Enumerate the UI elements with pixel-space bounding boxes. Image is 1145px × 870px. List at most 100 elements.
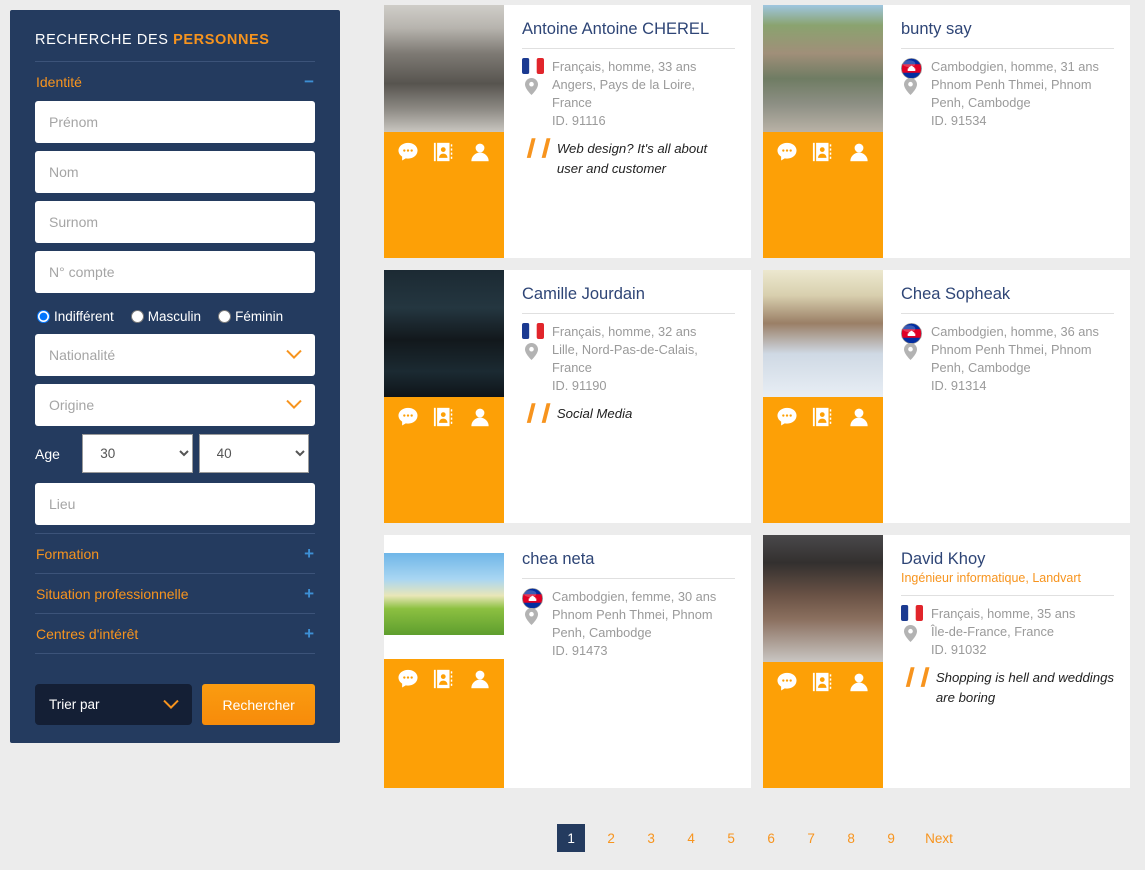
message-icon[interactable]: [776, 671, 798, 698]
age-max-select[interactable]: 182025303540455060: [198, 434, 309, 473]
radio-masculin-input[interactable]: [130, 310, 144, 323]
sidebar-title: RECHERCHE DES PERSONNES: [35, 32, 315, 61]
pagination-page-1[interactable]: 1: [557, 824, 586, 852]
person-card-media: [384, 535, 504, 788]
person-photo[interactable]: [763, 535, 883, 662]
chevron-down-icon: [286, 349, 302, 360]
person-card-action-bar: [763, 132, 883, 176]
contact-card-icon[interactable]: [812, 141, 834, 168]
nationalite-select[interactable]: Nationalité: [35, 334, 315, 376]
person-meta: Cambodgien, femme, 30 ans Phnom Penh Thme…: [522, 588, 735, 660]
contact-card-icon[interactable]: [433, 668, 455, 695]
pagination-page-5[interactable]: 5: [717, 824, 745, 852]
person-name[interactable]: bunty say: [901, 19, 1114, 39]
radio-feminin[interactable]: Féminin: [218, 309, 283, 324]
pagination-page-7[interactable]: 7: [797, 824, 825, 852]
radio-masculin[interactable]: Masculin: [130, 309, 201, 324]
person-card-action-bar: [763, 397, 883, 441]
person-card[interactable]: Camille Jourdain Français, homme, 32 ans L…: [384, 270, 751, 523]
pagination-page-9[interactable]: 9: [877, 824, 905, 852]
chevron-down-icon: [163, 699, 180, 709]
accordion-identite[interactable]: Identité −: [35, 62, 315, 101]
person-quote: ❙❙ Social Media: [522, 402, 735, 424]
person-name[interactable]: Camille Jourdain: [522, 284, 735, 304]
sidebar-title-accent: PERSONNES: [173, 32, 270, 48]
radio-indifferent[interactable]: Indifférent: [37, 309, 114, 324]
pagination-page-6[interactable]: 6: [757, 824, 785, 852]
age-min-select[interactable]: 182025303540455060: [82, 434, 193, 473]
accordion-centres-interet[interactable]: Centres d'intérêt +: [35, 614, 315, 653]
gender-radio-group: Indifférent Masculin Féminin: [35, 301, 315, 334]
nom-input[interactable]: [35, 151, 315, 193]
contact-card-icon[interactable]: [812, 671, 834, 698]
person-quote-text: Shopping is hell and weddings are boring: [935, 670, 1115, 705]
nationalite-select-value: Nationalité: [49, 347, 116, 363]
people-results-grid: Antoine Antoine CHEREL Français, homme, 3…: [384, 5, 1134, 788]
person-photo[interactable]: [763, 5, 883, 132]
person-meta-line: Penh, Cambodge: [931, 95, 1031, 110]
message-icon[interactable]: [397, 406, 419, 433]
radio-feminin-input[interactable]: [218, 310, 232, 323]
chevron-down-icon: [286, 399, 302, 410]
person-meta-line: Phnom Penh Thmei, Phnom: [552, 607, 713, 622]
message-icon[interactable]: [397, 668, 419, 695]
profile-icon[interactable]: [469, 668, 491, 695]
message-icon[interactable]: [776, 141, 798, 168]
person-photo[interactable]: [384, 270, 504, 397]
profile-icon[interactable]: [848, 406, 870, 433]
person-meta: Français, homme, 35 ans Île-de-France, Fr…: [901, 605, 1114, 659]
contact-card-icon[interactable]: [433, 141, 455, 168]
message-icon[interactable]: [397, 141, 419, 168]
flag-cambodia-icon: [522, 588, 544, 609]
person-card-info: Camille Jourdain Français, homme, 32 ans L…: [504, 270, 751, 523]
person-card-media: [763, 5, 883, 258]
person-card[interactable]: chea neta Cambodgien, femme, 30 ans Phnom …: [384, 535, 751, 788]
person-card-media: [763, 535, 883, 788]
profile-icon[interactable]: [469, 406, 491, 433]
profile-icon[interactable]: [848, 671, 870, 698]
quote-mark-icon: ❙❙: [522, 402, 553, 423]
plus-icon: +: [304, 624, 314, 643]
person-card[interactable]: Antoine Antoine CHEREL Français, homme, 3…: [384, 5, 751, 258]
profile-icon[interactable]: [469, 141, 491, 168]
accordion-situation-professionnelle[interactable]: Situation professionnelle +: [35, 574, 315, 613]
person-card[interactable]: David Khoy Ingénieur informatique, Landva…: [763, 535, 1130, 788]
search-button[interactable]: Rechercher: [202, 684, 315, 725]
origine-select[interactable]: Origine: [35, 384, 315, 426]
person-name[interactable]: Chea Sopheak: [901, 284, 1114, 304]
person-meta-line: France: [552, 360, 592, 375]
person-card[interactable]: bunty say Cambodgien, homme, 31 ans Phnom …: [763, 5, 1130, 258]
contact-card-icon[interactable]: [812, 406, 834, 433]
pagination-next[interactable]: Next: [917, 824, 961, 852]
accordion-centres-label: Centres d'intérêt: [36, 626, 139, 642]
person-id: ID. 91473: [552, 643, 608, 658]
person-photo[interactable]: [384, 553, 504, 635]
accordion-formation[interactable]: Formation +: [35, 534, 315, 573]
contact-card-icon[interactable]: [433, 406, 455, 433]
person-photo[interactable]: [763, 270, 883, 397]
pagination-page-8[interactable]: 8: [837, 824, 865, 852]
prenom-input[interactable]: [35, 101, 315, 143]
location-pin-icon: [525, 608, 538, 625]
quote-mark-icon: ❙❙: [901, 666, 932, 687]
surnom-input[interactable]: [35, 201, 315, 243]
person-name[interactable]: Antoine Antoine CHEREL: [522, 19, 735, 39]
pagination-page-3[interactable]: 3: [637, 824, 665, 852]
person-card[interactable]: Chea Sopheak Cambodgien, homme, 36 ans Phn…: [763, 270, 1130, 523]
age-range-row: Age 182025303540455060 18202530354045506…: [35, 434, 315, 473]
person-meta-line: Île-de-France, France: [931, 624, 1055, 639]
pagination-page-2[interactable]: 2: [597, 824, 625, 852]
lieu-input[interactable]: [35, 483, 315, 525]
pagination-page-4[interactable]: 4: [677, 824, 705, 852]
message-icon[interactable]: [776, 406, 798, 433]
compte-input[interactable]: [35, 251, 315, 293]
person-name[interactable]: David Khoy: [901, 549, 1114, 569]
radio-indifferent-input[interactable]: [37, 310, 50, 323]
profile-icon[interactable]: [848, 141, 870, 168]
person-card-media: [384, 5, 504, 258]
sort-by-select[interactable]: Trier par: [35, 684, 193, 725]
location-pin-icon: [525, 343, 538, 360]
media-spacer-mid: [384, 635, 504, 659]
person-name[interactable]: chea neta: [522, 549, 735, 569]
person-photo[interactable]: [384, 5, 504, 132]
